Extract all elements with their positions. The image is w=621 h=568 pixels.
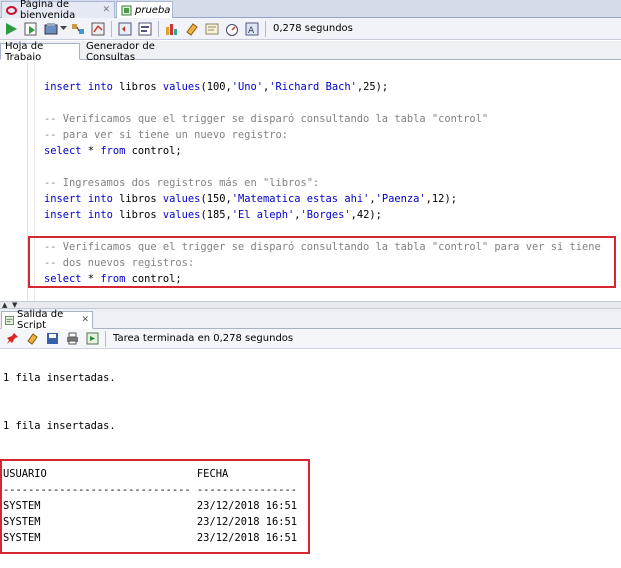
script-output-icon: [5, 315, 15, 325]
code-token: ,12);: [425, 193, 457, 205]
explain-plan-icon[interactable]: [70, 21, 86, 37]
code-token: *: [81, 145, 101, 157]
unshared-sql-icon[interactable]: [137, 21, 153, 37]
code-token: insert: [44, 193, 82, 205]
tab-welcome-page[interactable]: Página de bienvenida ✕: [1, 0, 115, 21]
highlight-box-query: [28, 236, 616, 288]
code-token: (185,: [200, 209, 232, 221]
code-token: -- Verificamos que el trigger se disparó…: [44, 113, 489, 125]
task-status: Tarea terminada en 0,278 segundos: [113, 333, 294, 344]
code-token: values: [162, 209, 201, 221]
worksheet-toolbar: A 0,278 segundos: [0, 18, 621, 40]
code-token: insert: [44, 81, 82, 93]
highlight-box-results: [0, 459, 310, 554]
elapsed-time: 0,278 segundos: [273, 23, 353, 34]
code-token: into: [87, 209, 113, 221]
code-token: (150,: [200, 193, 232, 205]
close-icon[interactable]: ✕: [102, 5, 110, 15]
sql-tuning-icon[interactable]: [164, 21, 180, 37]
code-token: into: [87, 81, 113, 93]
output-line: 1 fila insertadas.: [3, 420, 116, 432]
toolbar-divider: [265, 20, 266, 37]
tab-script-output[interactable]: Salida de Script ✕: [1, 309, 93, 331]
code-token: select: [44, 145, 82, 157]
code-token: ,25);: [356, 81, 389, 93]
code-token: values: [162, 193, 201, 205]
tab-query-builder[interactable]: Generador de Consultas: [82, 41, 192, 63]
code-token: 'Paenza': [375, 193, 426, 205]
code-token: 'El aleph': [231, 209, 295, 221]
run-script-icon[interactable]: [23, 21, 39, 37]
arrow-down-icon[interactable]: ▼: [12, 302, 17, 309]
worksheet-subtabs: Hoja de Trabajo Generador de Consultas: [0, 41, 621, 63]
clear-eraser-icon[interactable]: [24, 331, 40, 347]
code-line[interactable]: select * from control;: [44, 144, 182, 158]
document-tab-bar: Página de bienvenida ✕ prueba: [0, 0, 621, 21]
tab-worksheet[interactable]: Hoja de Trabajo: [0, 41, 80, 63]
code-token: into: [87, 193, 113, 205]
code-token: insert: [44, 209, 82, 221]
code-token: 'Richard Bach': [269, 81, 357, 93]
panel-splitter[interactable]: ▲ ▼: [0, 301, 621, 309]
save-icon[interactable]: [44, 331, 60, 347]
commit-icon[interactable]: [43, 21, 59, 37]
code-token: -- Ingresamos dos registros más en "libr…: [44, 177, 320, 189]
history-icon[interactable]: [204, 21, 220, 37]
code-token: ,42);: [350, 209, 382, 221]
tab-worksheet-prueba[interactable]: prueba: [116, 1, 173, 18]
output-tab-bar: Salida de Script ✕: [0, 309, 621, 331]
code-line[interactable]: -- Verificamos que el trigger se disparó…: [44, 112, 488, 126]
sql-editor[interactable]: insert into libros values(100,'Uno','Ric…: [0, 60, 621, 301]
code-token: 'Uno': [231, 81, 263, 93]
autotrace-icon[interactable]: [90, 21, 106, 37]
pin-icon[interactable]: [4, 331, 20, 347]
code-token: -- para ver si tiene un nuevo registro:: [44, 129, 288, 141]
code-line[interactable]: -- Ingresamos dos registros más en "libr…: [44, 176, 319, 190]
code-line[interactable]: insert into libros values(150,'Matematic…: [44, 192, 457, 206]
code-token: values: [162, 81, 201, 93]
tab-label: Salida de Script: [17, 309, 64, 331]
chevron-down-icon[interactable]: [60, 21, 67, 37]
code-token: 'Borges': [300, 209, 351, 221]
code-line[interactable]: insert into libros values(185,'El aleph'…: [44, 208, 382, 222]
code-token: libros: [112, 81, 163, 93]
output-toolbar: Tarea terminada en 0,278 segundos: [0, 329, 621, 349]
code-line[interactable]: insert into libros values(100,'Uno','Ric…: [44, 80, 388, 94]
toolbar-divider: [111, 20, 112, 37]
toolbar-divider: [105, 330, 106, 347]
open-file-icon[interactable]: [84, 331, 100, 347]
code-token: from: [100, 145, 126, 157]
gauge-icon[interactable]: [224, 21, 240, 37]
svg-text:A: A: [248, 26, 255, 36]
code-line[interactable]: -- para ver si tiene un nuevo registro:: [44, 128, 288, 142]
sql-worksheet-icon: [121, 5, 132, 15]
clear-eraser-icon[interactable]: [184, 21, 200, 37]
tab-label: prueba: [135, 4, 171, 16]
toolbar-divider: [158, 20, 159, 37]
code-token: (100,: [200, 81, 232, 93]
code-token: control;: [125, 145, 182, 157]
line-gutter: [0, 60, 28, 301]
output-line: 1 fila insertadas.: [3, 372, 116, 384]
arrow-up-icon[interactable]: ▲: [2, 302, 7, 309]
script-output-area: 1 fila insertadas. 1 fila insertadas. US…: [0, 349, 621, 568]
run-statement-icon[interactable]: [3, 21, 19, 37]
rollback-icon[interactable]: [117, 21, 133, 37]
print-icon[interactable]: [64, 331, 80, 347]
worksheet-settings-icon[interactable]: A: [244, 21, 260, 37]
code-token: libros: [112, 209, 163, 221]
code-token: 'Matematica estas ahi': [231, 193, 370, 205]
code-token: libros: [112, 193, 163, 205]
close-icon[interactable]: ✕: [81, 315, 89, 325]
oracle-icon: [6, 5, 17, 15]
